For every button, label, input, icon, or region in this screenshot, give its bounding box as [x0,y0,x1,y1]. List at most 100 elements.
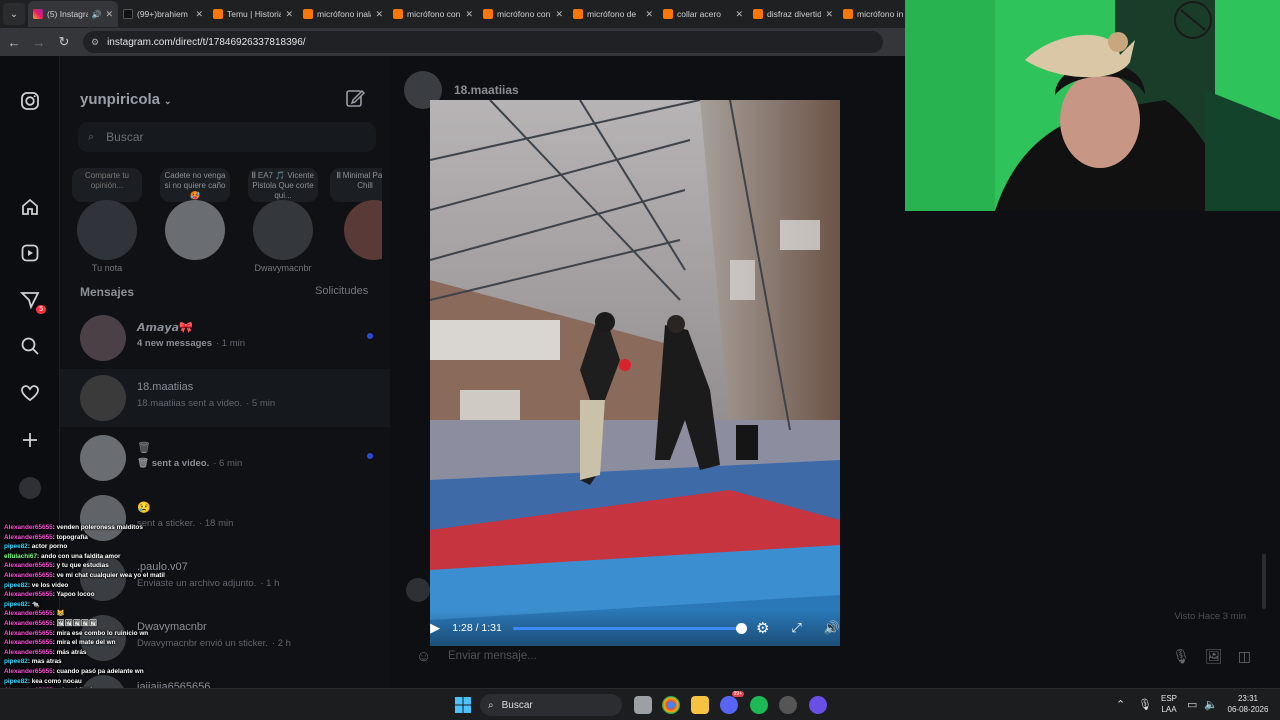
browser-tab[interactable]: micrófono de ✕ [568,1,658,27]
chat-text: 😹 [56,610,65,618]
chat-text: topografía [56,533,88,541]
microphone-icon[interactable]: 🎙 [1172,648,1190,665]
chat-username: Alexander65655 [4,524,53,531]
account-switcher[interactable]: yunpiricola ⌄ [80,91,172,108]
note-bubble: 𝄃𝄃 EA7 🎵 Vicente Pistola Que corte qui..… [248,168,318,202]
volume-icon[interactable]: 🔊 [824,620,840,636]
browser-tab[interactable]: collar acero ✕ [658,1,748,27]
windows-start-icon[interactable] [455,697,471,713]
site-info-icon[interactable]: ⚙ [91,37,99,48]
chat-text: ve mi chat cualquier wea yo el matil [56,571,165,579]
chevron-up-icon[interactable]: ⌃ [1116,698,1125,711]
browser-tab[interactable]: micrófono inalámbrico ✕ [298,1,388,27]
chrome-icon[interactable] [662,696,680,714]
language-indicator[interactable]: ESP LAA [1160,693,1178,715]
thread-preview-bold: 🗑 sent a video. [137,458,210,469]
tab-title: collar acero [677,9,721,19]
search-icon[interactable] [18,334,42,358]
taskbar-search[interactable]: ⌕ Buscar [480,694,622,716]
address-bar[interactable]: ⚙ instagram.com/direct/t/178469263378183… [83,31,883,53]
settings-gear-icon[interactable]: ⚙ [756,619,769,637]
close-tab-icon[interactable]: ✕ [825,9,833,20]
chat-text: mas atras [31,658,62,666]
app-icon[interactable] [809,696,827,714]
file-explorer-icon[interactable] [691,696,709,714]
temu-icon [573,9,583,19]
conversation-name: 18.maatiias [454,83,519,97]
emoji-icon[interactable]: ☺ [416,648,436,665]
close-tab-icon[interactable]: ✕ [645,9,653,20]
note-item[interactable]: 𝄃𝄃 EA7 🎵 Vicente Pistola Que corte qui..… [248,168,318,273]
tab-title: micrófono inalámbrico [317,9,371,19]
chat-username: Alexander65655 [4,562,53,570]
instagram-logo-icon[interactable] [18,89,42,113]
chat-message: pipee82: ve los video [4,581,254,591]
close-tab-icon[interactable]: ✕ [195,9,203,20]
back-arrow-icon[interactable]: ← [3,35,25,50]
chat-text: 🐀 [31,600,40,608]
chat-text: Yapoo locoo [56,591,95,599]
profile-avatar[interactable] [18,476,42,500]
clock[interactable]: 23:31 06-08-2026 [1222,693,1274,715]
dm-search-input[interactable]: ⌕ Buscar [78,122,376,152]
video-player[interactable]: ▶ 1:28 / 1:31 ⚙ ⤢ 🔊 [430,100,840,646]
video-controls: ▶ 1:28 / 1:31 ⚙ ⤢ 🔊 [430,610,840,646]
close-tab-icon[interactable]: ✕ [375,9,383,20]
tab-title: (5) Instagram [47,9,89,19]
spotify-icon[interactable] [750,696,768,714]
browser-tab[interactable]: micrófono con ✕ [388,1,478,27]
thread-item[interactable]: 🗑 🗑 sent a video. · 6 min [60,429,390,487]
close-tab-icon[interactable]: ✕ [465,9,473,20]
tab-search-chevron-icon[interactable]: ⌄ [3,3,25,25]
reels-icon[interactable] [18,241,42,265]
discord-icon[interactable]: 99+ [720,691,744,714]
close-tab-icon[interactable]: ✕ [555,9,563,20]
browser-tab[interactable]: (99+)brahiem ✕ [118,1,208,27]
sticker-icon[interactable]: ◫ [1238,648,1251,665]
chat-text: venden poleroness malditos [56,524,143,531]
forward-arrow-icon[interactable]: → [28,35,50,50]
steam-icon[interactable] [779,696,797,714]
task-view-icon[interactable] [634,696,652,714]
tab-list: (5) Instagram🔊✕(99+)brahiem✕Temu | Histo… [28,1,928,27]
image-upload-icon[interactable]: 🖼 [1205,648,1223,665]
chat-text: ando con una faldita amor [40,552,121,560]
thread-item[interactable]: 𝘼𝙢𝙖𝙮𝙖🎀 4 new messages · 1 min [60,309,390,367]
close-tab-icon[interactable]: ✕ [735,9,743,20]
tab-audio-icon[interactable]: 🔊 [91,10,101,19]
thread-name: 😢 [137,502,151,514]
chevron-down-icon: ⌄ [164,96,172,106]
browser-tab[interactable]: (5) Instagram🔊 ✕ [28,1,118,27]
note-item[interactable]: Comparte tu opinión... Tu nota [72,168,142,273]
note-item[interactable]: Cadete no venga si no quiere caño 🥵 [160,168,230,263]
note-item[interactable]: 𝄃𝄃 Minimal Pablo Chill [330,168,382,263]
browser-tab[interactable]: micrófono con ✕ [478,1,568,27]
reload-icon[interactable]: ↻ [53,34,75,50]
browser-tab[interactable]: disfraz divertido ✕ [748,1,838,27]
create-plus-icon[interactable] [18,428,42,452]
volume-icon[interactable]: 🔈 [1204,698,1218,711]
tab-title: micrófono in [857,9,904,19]
requests-link[interactable]: Solicitudes [315,285,368,297]
video-seek-bar[interactable] [512,622,748,634]
fullscreen-icon[interactable]: ⤢ [791,620,801,636]
clock-time: 23:31 [1237,694,1259,703]
seek-handle[interactable] [736,622,748,634]
heart-icon[interactable] [18,381,42,405]
browser-tab[interactable]: Temu | Historial ✕ [208,1,298,27]
thread-time: · 1 h [260,578,280,589]
thread-time: · 2 h [271,638,291,649]
temu-icon [843,9,853,19]
microphone-icon[interactable]: 🎙 [1138,698,1152,711]
play-icon[interactable]: ▶ [430,620,448,636]
scrollbar[interactable] [1262,554,1266,609]
message-input[interactable]: Enviar mensaje... [448,650,1157,662]
close-tab-icon[interactable]: ✕ [285,9,293,20]
thread-item[interactable]: 18.maatiias 18.maatiias sent a video. · 5 … [60,369,390,427]
messages-icon[interactable]: 5 [18,288,46,314]
clock-date: 06-08-2026 [1227,705,1269,714]
new-message-icon[interactable] [345,88,366,113]
close-tab-icon[interactable]: ✕ [105,9,113,20]
network-icon[interactable]: ▭ [1187,698,1197,711]
home-icon[interactable] [18,195,42,219]
